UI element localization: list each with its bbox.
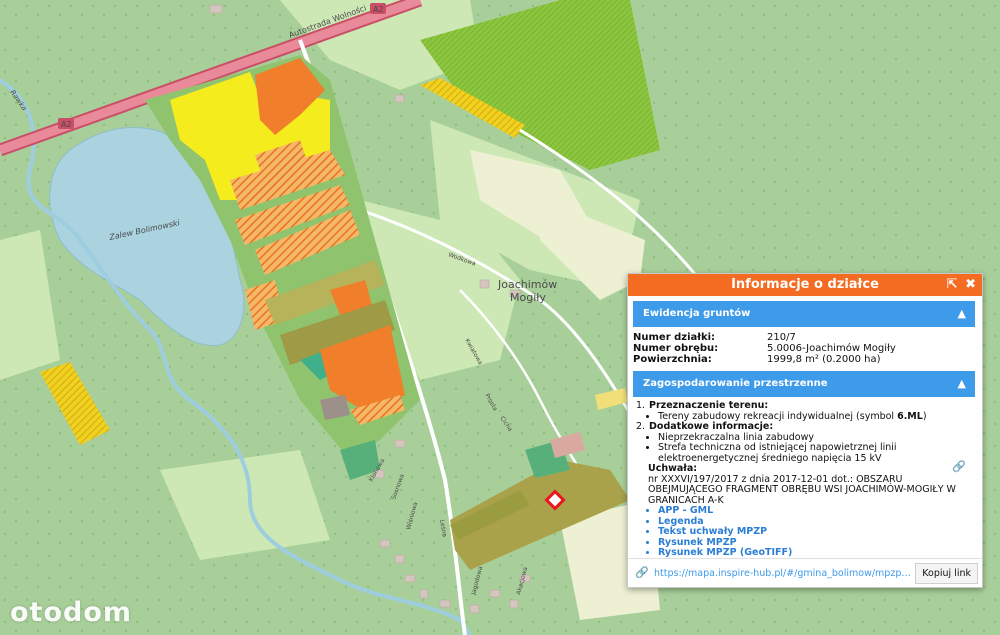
close-icon[interactable]: ✖ <box>965 277 976 292</box>
parcel-info-panel: Informacje o działce ⇱ ✖ Ewidencja grunt… <box>627 273 983 588</box>
field-value: 210/7 <box>767 332 796 343</box>
resolution-title: Uchwała: <box>648 463 698 474</box>
area-row: Powierzchnia: 1999,8 m² (0.2000 ha) <box>633 354 982 365</box>
field-value: 5.0006-Joachimów Mogiły <box>767 343 896 354</box>
village-label-line1: Joachimów <box>497 278 557 291</box>
village-label-line2: Mogiły <box>510 291 546 304</box>
otodom-watermark: otodom <box>10 597 133 628</box>
panel-title: Informacje o działce <box>731 277 879 292</box>
panel-header: Informacje o działce ⇱ ✖ <box>628 274 982 296</box>
field-label: Powierzchnia: <box>633 354 712 365</box>
field-label: Numer działki: <box>633 332 716 343</box>
section-title: Ewidencja gruntów <box>643 308 751 319</box>
item-heading: Dodatkowe informacje: <box>649 421 774 432</box>
precinct-number-row: Numer obrębu: 5.0006-Joachimów Mogiły <box>633 343 982 354</box>
link-icon: 🔗 <box>635 566 649 579</box>
panel-footer: 🔗 https://mapa.inspire-hub.pl/#/gmina_bo… <box>628 558 982 587</box>
link-plan-geotiff[interactable]: Rysunek MPZP (GeoTIFF) <box>658 547 976 559</box>
plan-item-additional: 2. Dodatkowe informacje: <box>636 421 976 433</box>
link-app-gml[interactable]: APP - GML <box>658 505 976 517</box>
planning-details: 1. Przeznaczenie terenu: Tereny zabudowy… <box>636 400 976 559</box>
link-icon[interactable]: 🔗 <box>952 461 966 473</box>
additional-item: Strefa techniczna od istniejącej napowie… <box>658 442 976 464</box>
section-land-registry[interactable]: Ewidencja gruntów ▲ <box>633 301 975 327</box>
highway-shield-left: A2 <box>61 120 72 129</box>
document-links: APP - GML Legenda Tekst uchwały MPZP Rys… <box>636 505 976 559</box>
copy-link-button[interactable]: Kopiuj link <box>915 563 978 584</box>
field-label: Numer obrębu: <box>633 343 719 354</box>
section-title: Zagospodarowanie przestrzenne <box>643 378 828 389</box>
additional-list: Nieprzekraczalna linia zabudowy Strefa t… <box>636 432 976 465</box>
item-number: 1. <box>636 400 646 411</box>
land-registry-details: Numer działki: 210/7 Numer obrębu: 5.000… <box>633 332 982 365</box>
chevron-up-icon[interactable]: ▲ <box>958 301 966 327</box>
parcel-number-row: Numer działki: 210/7 <box>633 332 982 343</box>
item-number: 2. <box>636 421 646 432</box>
highway-shield-right: A2 <box>373 5 384 14</box>
link-resolution-text[interactable]: Tekst uchwały MPZP <box>658 526 976 538</box>
section-spatial-planning[interactable]: Zagospodarowanie przestrzenne ▲ <box>633 371 975 397</box>
field-value: 1999,8 m² (0.2000 ha) <box>767 354 881 365</box>
item-heading: Przeznaczenie terenu: <box>649 400 769 411</box>
resolution-text: nr XXXVI/197/2017 z dnia 2017-12-01 dot.… <box>648 473 956 506</box>
share-url[interactable]: https://mapa.inspire-hub.pl/#/gmina_boli… <box>654 568 914 579</box>
collapse-icon[interactable]: ⇱ <box>947 277 958 292</box>
chevron-up-icon[interactable]: ▲ <box>958 371 966 397</box>
zone-symbol: 6.ML <box>897 410 923 422</box>
